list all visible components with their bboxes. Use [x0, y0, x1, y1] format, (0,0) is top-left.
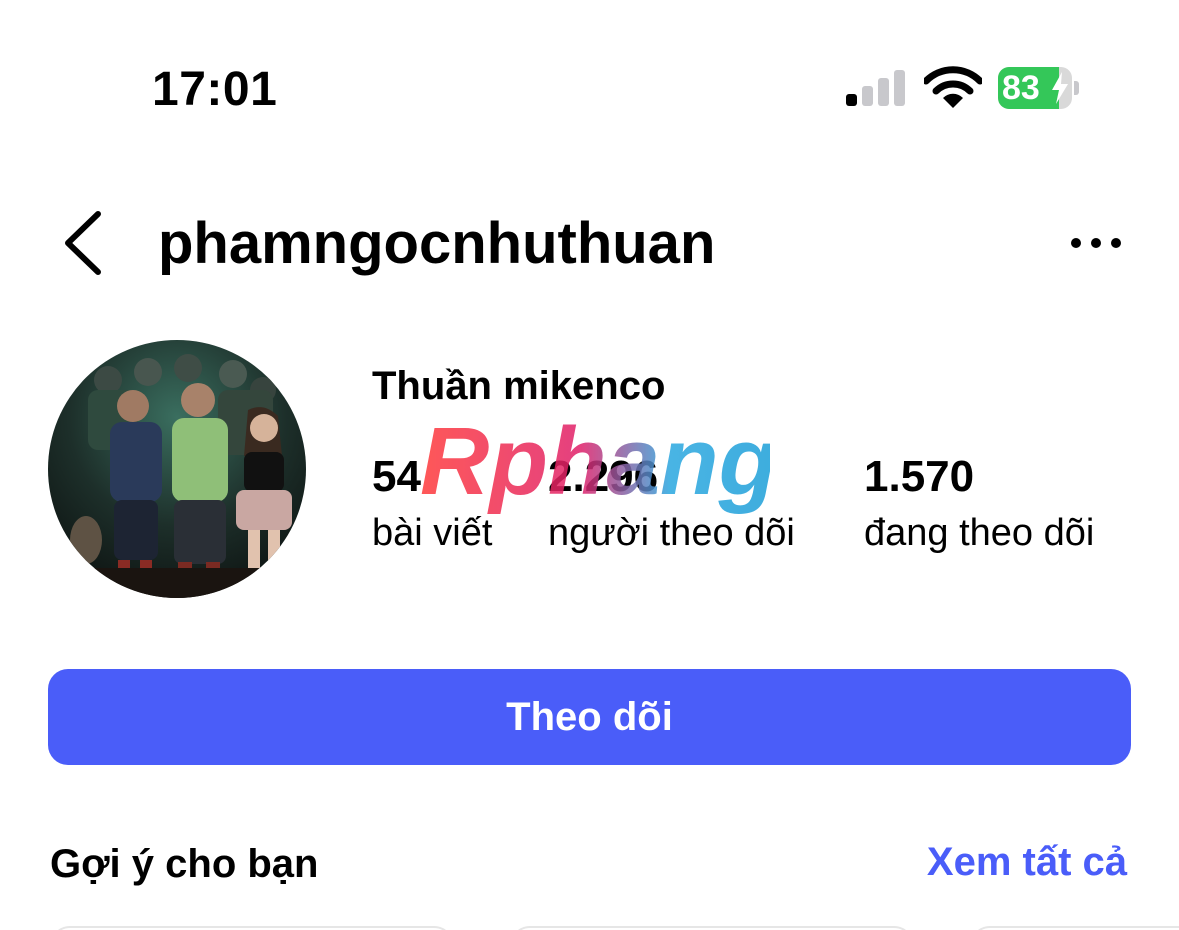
stat-posts-label: bài viết: [372, 512, 493, 554]
stat-followers-count: 2.296: [548, 452, 659, 501]
status-time: 17:01: [152, 63, 278, 116]
profile-avatar[interactable]: [48, 340, 306, 598]
battery-icon: 83: [998, 67, 1080, 109]
profile-display-name: Thuần mikenco: [372, 364, 666, 408]
stat-followers-label: người theo dõi: [548, 512, 795, 554]
stat-followers[interactable]: 2.296 người theo dõi: [548, 452, 795, 558]
battery-percent: 83: [1002, 69, 1040, 107]
stat-posts-count: 54: [372, 452, 421, 501]
suggestion-card[interactable]: [510, 926, 914, 930]
see-all-link[interactable]: Xem tất cả: [927, 840, 1127, 885]
charging-bolt-icon: [1052, 72, 1068, 104]
suggestions-title: Gợi ý cho bạn: [50, 842, 319, 886]
stat-following[interactable]: 1.570 đang theo dõi: [864, 452, 1094, 558]
suggestion-card[interactable]: [50, 926, 454, 930]
wifi-icon: [924, 66, 982, 108]
avatar-photo: [48, 340, 306, 598]
stat-following-label: đang theo dõi: [864, 512, 1095, 554]
more-options-icon[interactable]: [1066, 228, 1126, 258]
back-chevron-icon[interactable]: [60, 208, 106, 278]
profile-username: phamngocnhuthuan: [158, 211, 716, 276]
follow-button[interactable]: Theo dõi: [48, 669, 1131, 765]
stat-following-count: 1.570: [864, 452, 975, 501]
suggestion-card[interactable]: [970, 926, 1179, 930]
stat-posts[interactable]: 54 bài viết: [372, 452, 492, 558]
cellular-signal-icon: [846, 70, 906, 106]
instagram-profile-screen: 17:01 83 phamngocnhuthuan Thuần mikenco …: [0, 0, 1179, 930]
